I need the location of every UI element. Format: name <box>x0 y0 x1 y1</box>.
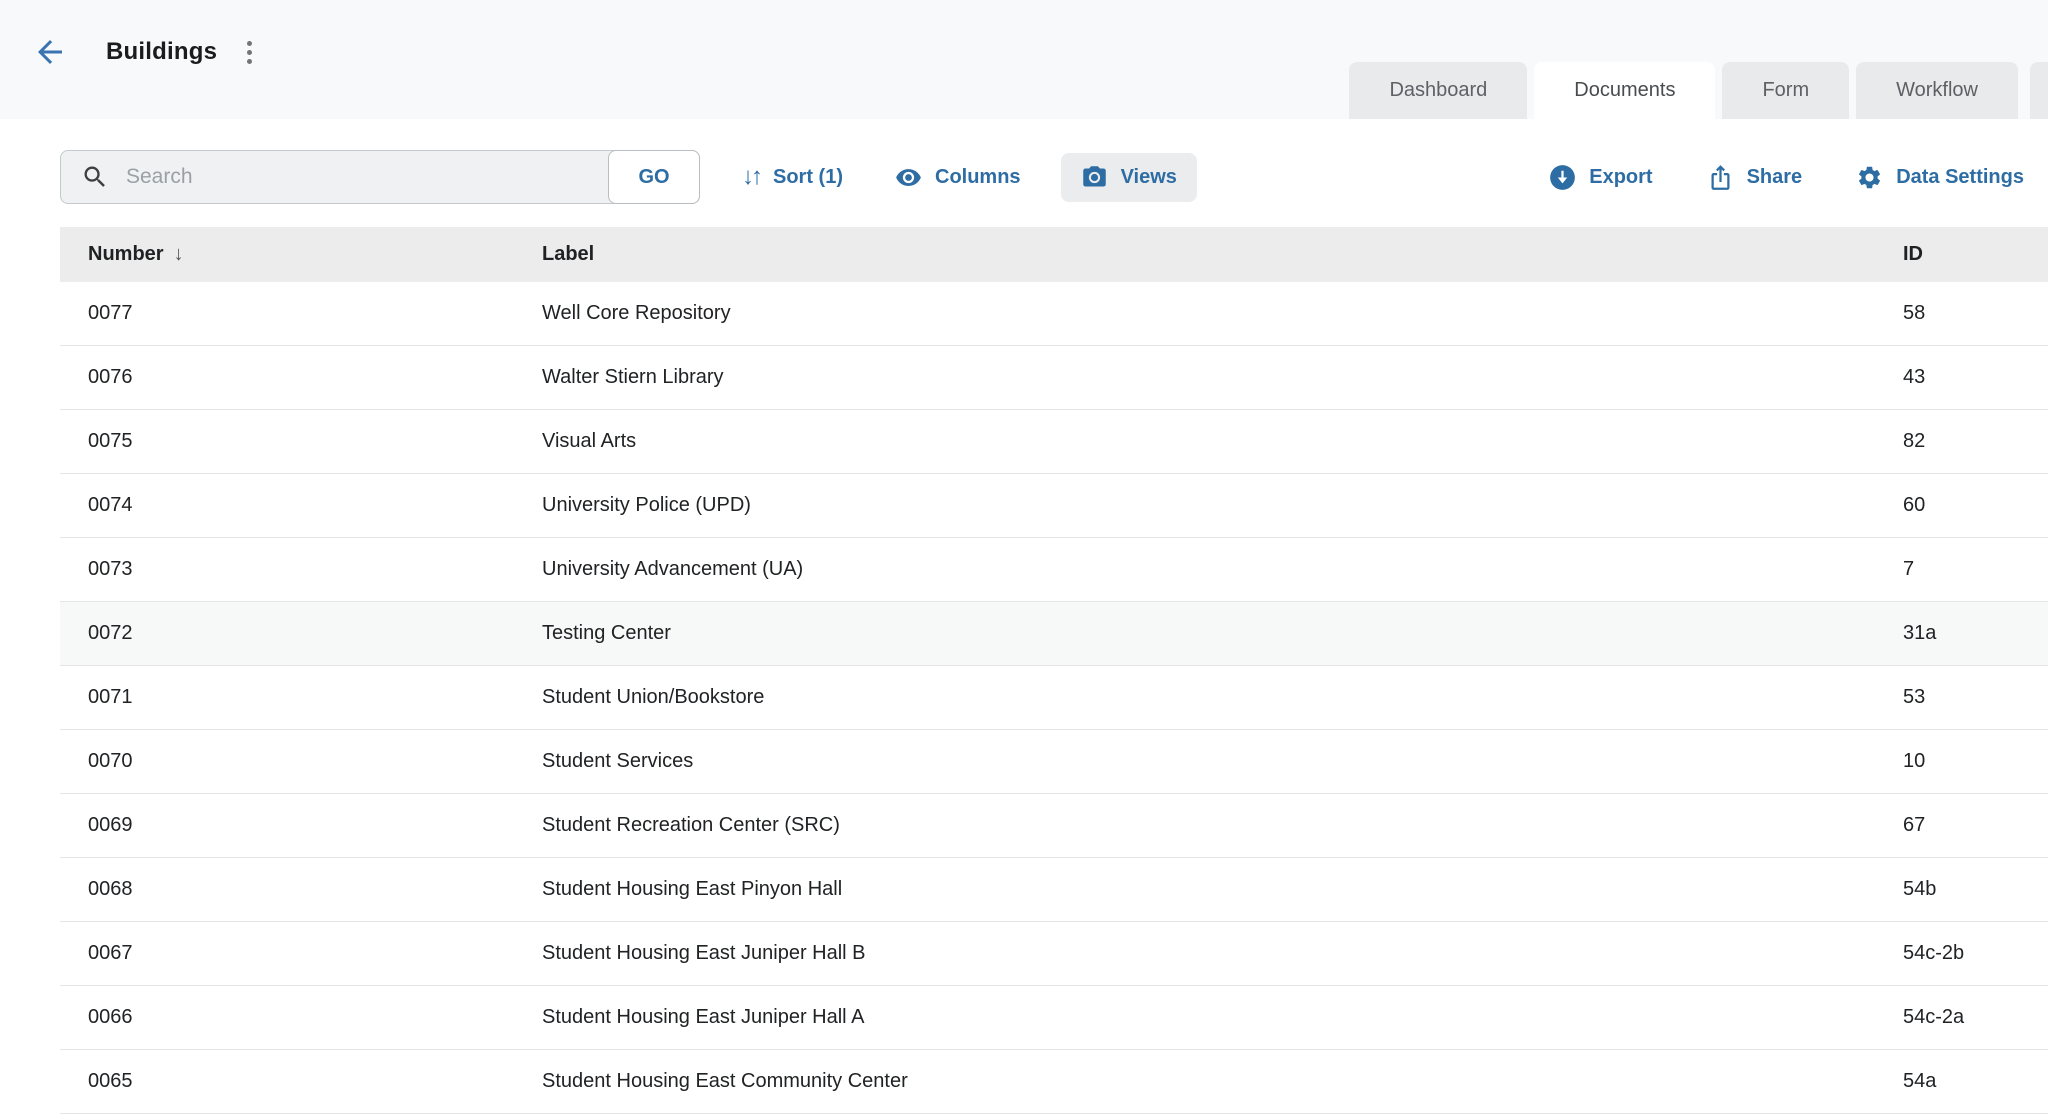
table-row[interactable]: 0068Student Housing East Pinyon Hall54b <box>60 858 2048 922</box>
cell-id: 58 <box>1903 302 2048 325</box>
cell-number: 0065 <box>88 1070 542 1093</box>
tab-partial[interactable] <box>2030 62 2048 119</box>
cell-id: 54c-2a <box>1903 1006 2048 1029</box>
columns-button[interactable]: Columns <box>895 164 1021 191</box>
cell-number: 0072 <box>88 622 542 645</box>
cell-label: University Advancement (UA) <box>542 558 1903 581</box>
cell-label: Testing Center <box>542 622 1903 645</box>
data-settings-label: Data Settings <box>1896 166 2024 189</box>
sort-icon: ↓↑ <box>742 165 760 189</box>
cell-id: 53 <box>1903 686 2048 709</box>
table-row[interactable]: 0073University Advancement (UA)7 <box>60 538 2048 602</box>
cell-id: 7 <box>1903 558 2048 581</box>
back-button[interactable] <box>32 34 68 70</box>
table-row[interactable]: 0076Walter Stiern Library43 <box>60 346 2048 410</box>
export-button[interactable]: Export <box>1549 164 1652 191</box>
column-header-id[interactable]: ID <box>1903 243 2048 266</box>
search-icon <box>81 163 109 191</box>
column-header-label[interactable]: Label <box>542 243 1903 266</box>
cell-number: 0076 <box>88 366 542 389</box>
cell-id: 43 <box>1903 366 2048 389</box>
views-label: Views <box>1121 166 1177 189</box>
cell-id: 82 <box>1903 430 2048 453</box>
column-header-number[interactable]: Number ↓ <box>88 243 542 266</box>
page-title: Buildings <box>106 38 217 66</box>
arrow-left-icon <box>32 34 68 70</box>
cell-label: Visual Arts <box>542 430 1903 453</box>
gear-icon <box>1856 164 1883 191</box>
table-row[interactable]: 0069Student Recreation Center (SRC)67 <box>60 794 2048 858</box>
toolbar-right-group: Export Share Data Settings <box>1549 164 2024 191</box>
search-field <box>61 151 609 203</box>
cell-label: Well Core Repository <box>542 302 1903 325</box>
share-icon <box>1707 164 1734 191</box>
cell-label: Student Housing East Juniper Hall B <box>542 942 1903 965</box>
data-settings-button[interactable]: Data Settings <box>1856 164 2024 191</box>
table-row[interactable]: 0065Student Housing East Community Cente… <box>60 1050 2048 1114</box>
cell-id: 54a <box>1903 1070 2048 1093</box>
title-row: Buildings <box>32 34 252 70</box>
camera-icon <box>1081 164 1108 191</box>
table-row[interactable]: 0066Student Housing East Juniper Hall A5… <box>60 986 2048 1050</box>
cell-number: 0073 <box>88 558 542 581</box>
cell-number: 0066 <box>88 1006 542 1029</box>
tab-form[interactable]: Form <box>1722 62 1849 119</box>
columns-label: Columns <box>935 166 1021 189</box>
tab-documents[interactable]: Documents <box>1534 62 1715 119</box>
cell-number: 0077 <box>88 302 542 325</box>
cell-number: 0071 <box>88 686 542 709</box>
cell-label: Student Services <box>542 750 1903 773</box>
download-icon <box>1549 164 1576 191</box>
export-label: Export <box>1589 166 1652 189</box>
sort-desc-icon: ↓ <box>174 243 184 266</box>
documents-table: Number ↓ Label ID 0077Well Core Reposito… <box>60 227 2048 1114</box>
cell-number: 0074 <box>88 494 542 517</box>
cell-label: Walter Stiern Library <box>542 366 1903 389</box>
table-row[interactable]: 0070Student Services10 <box>60 730 2048 794</box>
sort-button[interactable]: ↓↑ Sort (1) <box>742 165 843 189</box>
cell-number: 0075 <box>88 430 542 453</box>
cell-id: 31a <box>1903 622 2048 645</box>
table-body: 0077Well Core Repository580076Walter Sti… <box>60 282 2048 1114</box>
cell-number: 0069 <box>88 814 542 837</box>
cell-number: 0067 <box>88 942 542 965</box>
cell-number: 0068 <box>88 878 542 901</box>
table-header: Number ↓ Label ID <box>60 227 2048 282</box>
share-label: Share <box>1747 166 1803 189</box>
cell-number: 0070 <box>88 750 542 773</box>
table-row[interactable]: 0074University Police (UPD)60 <box>60 474 2048 538</box>
cell-id: 54c-2b <box>1903 942 2048 965</box>
kebab-menu-icon[interactable] <box>247 41 252 64</box>
table-row[interactable]: 0077Well Core Repository58 <box>60 282 2048 346</box>
tab-workflow[interactable]: Workflow <box>1856 62 2018 119</box>
search-group: GO <box>60 150 700 204</box>
table-row[interactable]: 0072Testing Center31a <box>60 602 2048 666</box>
go-button[interactable]: GO <box>608 150 700 204</box>
search-input[interactable] <box>124 164 589 190</box>
table-row[interactable]: 0071Student Union/Bookstore53 <box>60 666 2048 730</box>
tab-dashboard[interactable]: Dashboard <box>1349 62 1527 119</box>
cell-id: 60 <box>1903 494 2048 517</box>
cell-label: Student Recreation Center (SRC) <box>542 814 1903 837</box>
cell-id: 67 <box>1903 814 2048 837</box>
top-header-band: Buildings DashboardDocumentsFormWorkflow <box>0 0 2048 119</box>
cell-label: Student Housing East Pinyon Hall <box>542 878 1903 901</box>
cell-label: Student Housing East Community Center <box>542 1070 1903 1093</box>
eye-icon <box>895 164 922 191</box>
table-row[interactable]: 0067Student Housing East Juniper Hall B5… <box>60 922 2048 986</box>
table-row[interactable]: 0075Visual Arts82 <box>60 410 2048 474</box>
sort-label: Sort (1) <box>773 166 843 189</box>
tab-bar: DashboardDocumentsFormWorkflow <box>1349 62 2018 119</box>
toolbar: GO ↓↑ Sort (1) Columns Views Export Shar <box>60 150 2024 204</box>
cell-label: Student Housing East Juniper Hall A <box>542 1006 1903 1029</box>
cell-label: University Police (UPD) <box>542 494 1903 517</box>
share-button[interactable]: Share <box>1707 164 1803 191</box>
cell-label: Student Union/Bookstore <box>542 686 1903 709</box>
views-button[interactable]: Views <box>1061 153 1197 202</box>
cell-id: 54b <box>1903 878 2048 901</box>
cell-id: 10 <box>1903 750 2048 773</box>
